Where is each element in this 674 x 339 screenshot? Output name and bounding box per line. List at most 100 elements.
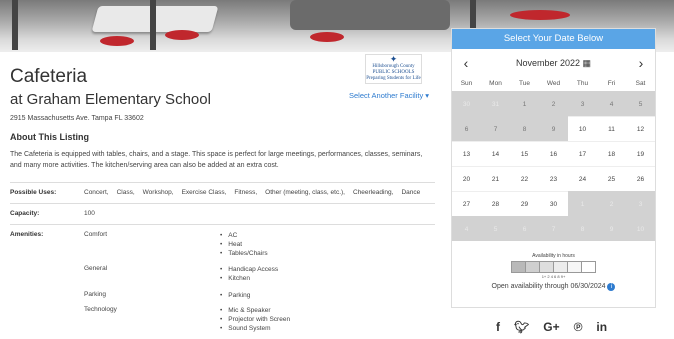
- chevron-left-icon[interactable]: ‹: [456, 49, 476, 77]
- calendar-day[interactable]: 11: [597, 116, 626, 141]
- logo-mark-icon: ✦: [389, 54, 398, 64]
- calendar-day[interactable]: 21: [481, 166, 510, 191]
- calendar-day[interactable]: 29: [510, 191, 539, 216]
- calendar-day[interactable]: 24: [568, 166, 597, 191]
- calendar-day[interactable]: 17: [568, 141, 597, 166]
- use-item: Cheerleading,: [353, 189, 394, 196]
- amenity-item: Tables/Chairs: [220, 249, 267, 258]
- google-plus-icon[interactable]: G+: [543, 320, 559, 334]
- amenity-item: Mic & Speaker: [220, 306, 290, 315]
- hero-seat: [100, 36, 134, 46]
- amenity-item: AC: [220, 231, 268, 240]
- hero-seat: [510, 10, 570, 20]
- date-picker: Select Your Date Below ‹ November 2022 ▦…: [451, 28, 656, 308]
- hero-pole: [12, 0, 18, 50]
- page-subtitle: at Graham Elementary School: [10, 91, 211, 108]
- calendar-day: 2: [597, 191, 626, 216]
- amenities-label: Amenities:: [10, 231, 44, 238]
- capacity-label: Capacity:: [10, 210, 40, 217]
- calendar-day: 4: [452, 216, 481, 241]
- amenity-list: AC Heat Tables/Chairs: [220, 231, 268, 258]
- calendar-day[interactable]: 10: [568, 116, 597, 141]
- calendar-day: 6: [452, 116, 481, 141]
- weekday-header: Sun Mon Tue Wed Thu Fri Sat: [452, 77, 655, 91]
- use-item: Class,: [116, 189, 135, 196]
- legend-scale: [452, 261, 655, 273]
- amenity-list: Handicap Access Kitchen: [220, 265, 278, 283]
- select-facility-link[interactable]: Select Another Facility ▾: [349, 91, 429, 100]
- scale-cell: [539, 261, 553, 273]
- amenity-item: Sound System: [220, 324, 290, 333]
- calendar-day[interactable]: 20: [452, 166, 481, 191]
- social-links: f 🐦︎ G+ ℗ in: [496, 320, 607, 334]
- calendar-day: 9: [539, 116, 568, 141]
- calendar-day: 10: [626, 216, 655, 241]
- use-item: Other (meeting, class, etc.),: [265, 189, 345, 196]
- calendar-header: Select Your Date Below: [452, 29, 655, 49]
- calendar-day[interactable]: 19: [626, 141, 655, 166]
- pinterest-icon[interactable]: ℗: [574, 320, 583, 334]
- amenity-list: Parking: [220, 291, 250, 300]
- calendar-day: 8: [510, 116, 539, 141]
- calendar-day[interactable]: 22: [510, 166, 539, 191]
- twitter-icon[interactable]: 🐦︎: [514, 320, 529, 334]
- calendar-day[interactable]: 14: [481, 141, 510, 166]
- about-description: The Cafeteria is equipped with tables, c…: [10, 151, 423, 169]
- calendar-day[interactable]: 27: [452, 191, 481, 216]
- capacity-value: 100: [84, 210, 95, 217]
- scale-cell: [525, 261, 539, 273]
- amenity-list: Mic & Speaker Projector with Screen Soun…: [220, 306, 290, 333]
- calendar-day: 1: [510, 91, 539, 116]
- calendar-day: 1: [568, 191, 597, 216]
- calendar-day[interactable]: 30: [539, 191, 568, 216]
- legend-title: Availability in hours: [532, 253, 575, 259]
- weekday-label: Wed: [546, 80, 561, 87]
- calendar-day: 9: [597, 216, 626, 241]
- calendar-day: 3: [626, 191, 655, 216]
- weekday-label: Mon: [489, 80, 502, 87]
- amenity-item: Kitchen: [220, 274, 278, 283]
- calendar-day[interactable]: 23: [539, 166, 568, 191]
- amenity-category: Technology: [84, 306, 117, 313]
- use-item: Fitness,: [234, 189, 258, 196]
- calendar-day: 8: [568, 216, 597, 241]
- scale-cell: [511, 261, 525, 273]
- uses-label: Possible Uses:: [10, 189, 57, 196]
- logo-line: Preparing Students for Life: [366, 76, 421, 81]
- calendar-day: 4: [597, 91, 626, 116]
- facebook-icon[interactable]: f: [496, 320, 500, 334]
- hero-seat: [165, 30, 199, 40]
- calendar-day[interactable]: 26: [626, 166, 655, 191]
- linkedin-icon[interactable]: in: [596, 320, 607, 334]
- weekday-label: Sun: [460, 80, 473, 87]
- use-item: Exercise Class,: [181, 189, 227, 196]
- calendar-day[interactable]: 15: [510, 141, 539, 166]
- use-item: Workshop,: [142, 189, 174, 196]
- use-item: Concert,: [84, 189, 109, 196]
- calendar-day[interactable]: 28: [481, 191, 510, 216]
- chevron-right-icon[interactable]: ›: [631, 49, 651, 77]
- calendar-day: 5: [481, 216, 510, 241]
- weekday-label: Fri: [607, 80, 616, 87]
- divider: [10, 182, 435, 183]
- scale-cell: [581, 261, 596, 273]
- amenity-item: Handicap Access: [220, 265, 278, 274]
- calendar-day[interactable]: 16: [539, 141, 568, 166]
- calendar-day[interactable]: 25: [597, 166, 626, 191]
- availability-text: Open availability through 06/30/2024: [491, 283, 606, 290]
- address: 2915 Massachusetts Ave. Tampa FL 33602: [10, 115, 144, 122]
- calendar-day: 7: [539, 216, 568, 241]
- amenity-category: Parking: [84, 291, 107, 298]
- about-heading: About This Listing: [10, 132, 89, 142]
- calendar-day: 5: [626, 91, 655, 116]
- legend-scale-labels: 1+ 2 4 6 8 9+: [541, 274, 566, 279]
- amenity-category: Comfort: [84, 231, 108, 238]
- calendar-day[interactable]: 18: [597, 141, 626, 166]
- select-facility-label: Select Another Facility: [349, 91, 424, 100]
- calendar-icon[interactable]: ▦: [583, 58, 592, 68]
- calendar-day[interactable]: 13: [452, 141, 481, 166]
- availability-legend: Availability in hours 1+ 2 4 6 8 9+ Open…: [452, 253, 655, 291]
- calendar-day[interactable]: 12: [626, 116, 655, 141]
- info-icon[interactable]: i: [607, 283, 616, 291]
- calendar-day: 30: [452, 91, 481, 116]
